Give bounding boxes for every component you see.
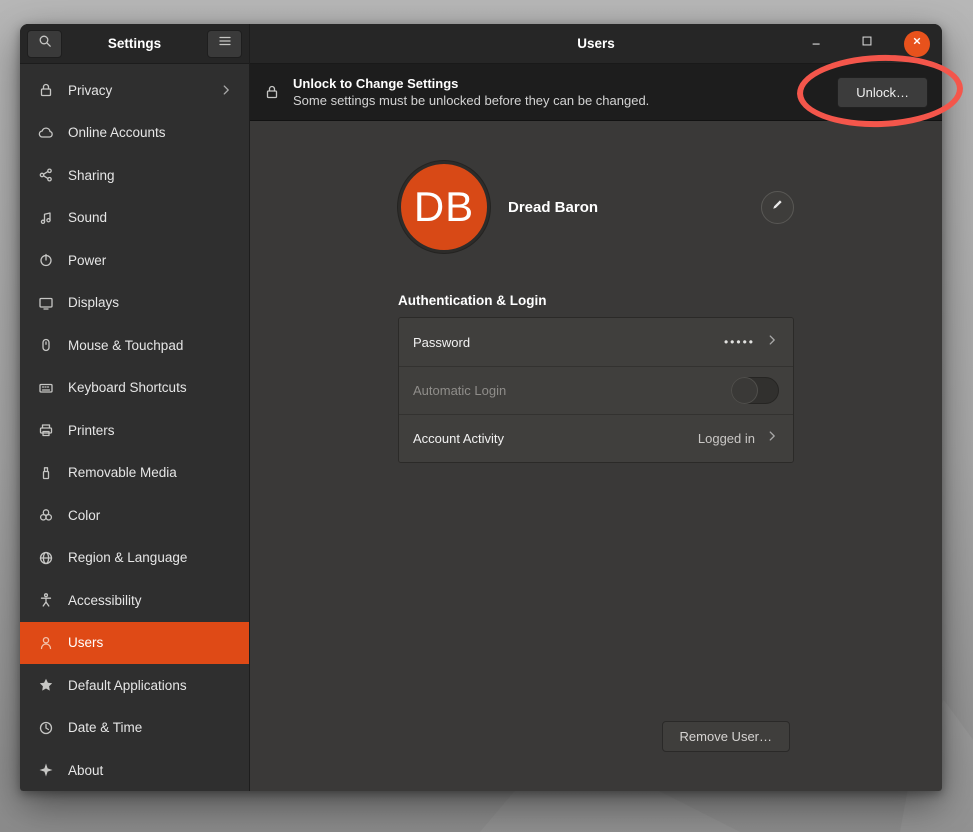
user-full-name: Dread Baron	[508, 199, 598, 216]
unlock-subtitle: Some settings must be unlocked before th…	[293, 93, 649, 108]
password-row[interactable]: Password •••••	[399, 318, 793, 366]
sidebar-item-label: Default Applications	[68, 678, 233, 693]
cloud-icon	[38, 125, 54, 141]
remove-user-button[interactable]: Remove User…	[662, 721, 790, 752]
flash-drive-icon	[38, 465, 54, 481]
close-button[interactable]	[904, 31, 930, 57]
keyboard-icon	[38, 380, 54, 396]
sidebar-item-label: Power	[68, 253, 233, 268]
sidebar-item-default-applications[interactable]: Default Applications	[20, 664, 249, 707]
mouse-icon	[38, 337, 54, 353]
titlebar: Users	[250, 24, 942, 64]
sidebar-item-label: Mouse & Touchpad	[68, 338, 233, 353]
unlock-button[interactable]: Unlock…	[837, 77, 928, 108]
automatic-login-label: Automatic Login	[413, 383, 731, 398]
sidebar-item-label: Removable Media	[68, 465, 233, 480]
sidebar-item-removable-media[interactable]: Removable Media	[20, 452, 249, 495]
password-value: •••••	[724, 335, 755, 349]
sidebar-item-label: Accessibility	[68, 593, 233, 608]
printer-icon	[38, 422, 54, 438]
chevron-right-icon	[765, 429, 779, 448]
sidebar-item-power[interactable]: Power	[20, 239, 249, 282]
sidebar-item-displays[interactable]: Displays	[20, 282, 249, 325]
toggle-knob	[731, 377, 758, 404]
music-note-icon	[38, 210, 54, 226]
sidebar-item-label: Online Accounts	[68, 125, 233, 140]
sidebar-item-keyboard-shortcuts[interactable]: Keyboard Shortcuts	[20, 367, 249, 410]
account-activity-row[interactable]: Account Activity Logged in	[399, 414, 793, 462]
maximize-button[interactable]	[854, 31, 880, 57]
sidebar-title: Settings	[62, 36, 207, 51]
sidebar-item-sound[interactable]: Sound	[20, 197, 249, 240]
section-heading: Authentication & Login	[398, 293, 794, 308]
close-icon	[910, 34, 924, 53]
sidebar-item-date-time[interactable]: Date & Time	[20, 707, 249, 750]
minimize-icon	[810, 34, 824, 53]
avatar[interactable]: DB	[398, 161, 490, 253]
sidebar-item-online-accounts[interactable]: Online Accounts	[20, 112, 249, 155]
star-icon	[38, 677, 54, 693]
main-panel: Users Unlock to Ch	[250, 24, 942, 791]
auth-login-list: Password ••••• Automatic Login Account A…	[398, 317, 794, 463]
automatic-login-row: Automatic Login	[399, 366, 793, 414]
sidebar-item-label: Sharing	[68, 168, 233, 183]
menu-button[interactable]	[207, 30, 242, 58]
color-circles-icon	[38, 507, 54, 523]
sidebar-item-label: Printers	[68, 423, 233, 438]
sidebar-item-sharing[interactable]: Sharing	[20, 154, 249, 197]
sidebar-item-label: Date & Time	[68, 720, 233, 735]
sidebar-list: Privacy Online Accounts Sharing Sound	[20, 64, 249, 791]
sidebar-item-privacy[interactable]: Privacy	[20, 69, 249, 112]
sidebar-item-label: Users	[68, 635, 233, 650]
sidebar-item-label: Color	[68, 508, 233, 523]
sidebar-header: Settings	[20, 24, 249, 64]
unlock-banner: Unlock to Change Settings Some settings …	[250, 64, 942, 121]
automatic-login-toggle[interactable]	[731, 377, 779, 404]
globe-icon	[38, 550, 54, 566]
pencil-icon	[770, 197, 785, 217]
sparkle-icon	[38, 762, 54, 778]
sidebar-item-region-language[interactable]: Region & Language	[20, 537, 249, 580]
sidebar-item-label: Sound	[68, 210, 233, 225]
chevron-right-icon	[219, 83, 233, 97]
power-icon	[38, 252, 54, 268]
share-icon	[38, 167, 54, 183]
search-icon	[37, 33, 53, 54]
sidebar-item-mouse-touchpad[interactable]: Mouse & Touchpad	[20, 324, 249, 367]
lock-icon	[38, 82, 54, 98]
display-icon	[38, 295, 54, 311]
maximize-icon	[860, 34, 874, 53]
sidebar-item-label: Displays	[68, 295, 233, 310]
unlock-text: Unlock to Change Settings Some settings …	[293, 76, 649, 108]
window-controls	[804, 31, 942, 57]
sidebar-item-printers[interactable]: Printers	[20, 409, 249, 452]
settings-window: Settings Privacy Online Accounts	[20, 24, 942, 791]
sidebar-item-label: Privacy	[68, 83, 219, 98]
clock-icon	[38, 720, 54, 736]
users-content: DB Dread Baron Authentication & Login Pa…	[250, 121, 942, 791]
accessibility-icon	[38, 592, 54, 608]
password-label: Password	[413, 335, 724, 350]
unlock-title: Unlock to Change Settings	[293, 76, 649, 91]
sidebar-item-about[interactable]: About	[20, 749, 249, 791]
hamburger-icon	[217, 33, 233, 54]
user-card: DB Dread Baron	[398, 161, 794, 253]
sidebar-item-label: Keyboard Shortcuts	[68, 380, 233, 395]
edit-name-button[interactable]	[761, 191, 794, 224]
chevron-right-icon	[765, 333, 779, 352]
sidebar: Settings Privacy Online Accounts	[20, 24, 250, 791]
sidebar-item-color[interactable]: Color	[20, 494, 249, 537]
lock-icon	[264, 84, 280, 100]
minimize-button[interactable]	[804, 31, 830, 57]
sidebar-item-users[interactable]: Users	[20, 622, 249, 665]
users-icon	[38, 635, 54, 651]
sidebar-item-accessibility[interactable]: Accessibility	[20, 579, 249, 622]
account-activity-value: Logged in	[698, 431, 755, 446]
account-activity-label: Account Activity	[413, 431, 698, 446]
search-button[interactable]	[27, 30, 62, 58]
sidebar-item-label: About	[68, 763, 233, 778]
sidebar-item-label: Region & Language	[68, 550, 233, 565]
